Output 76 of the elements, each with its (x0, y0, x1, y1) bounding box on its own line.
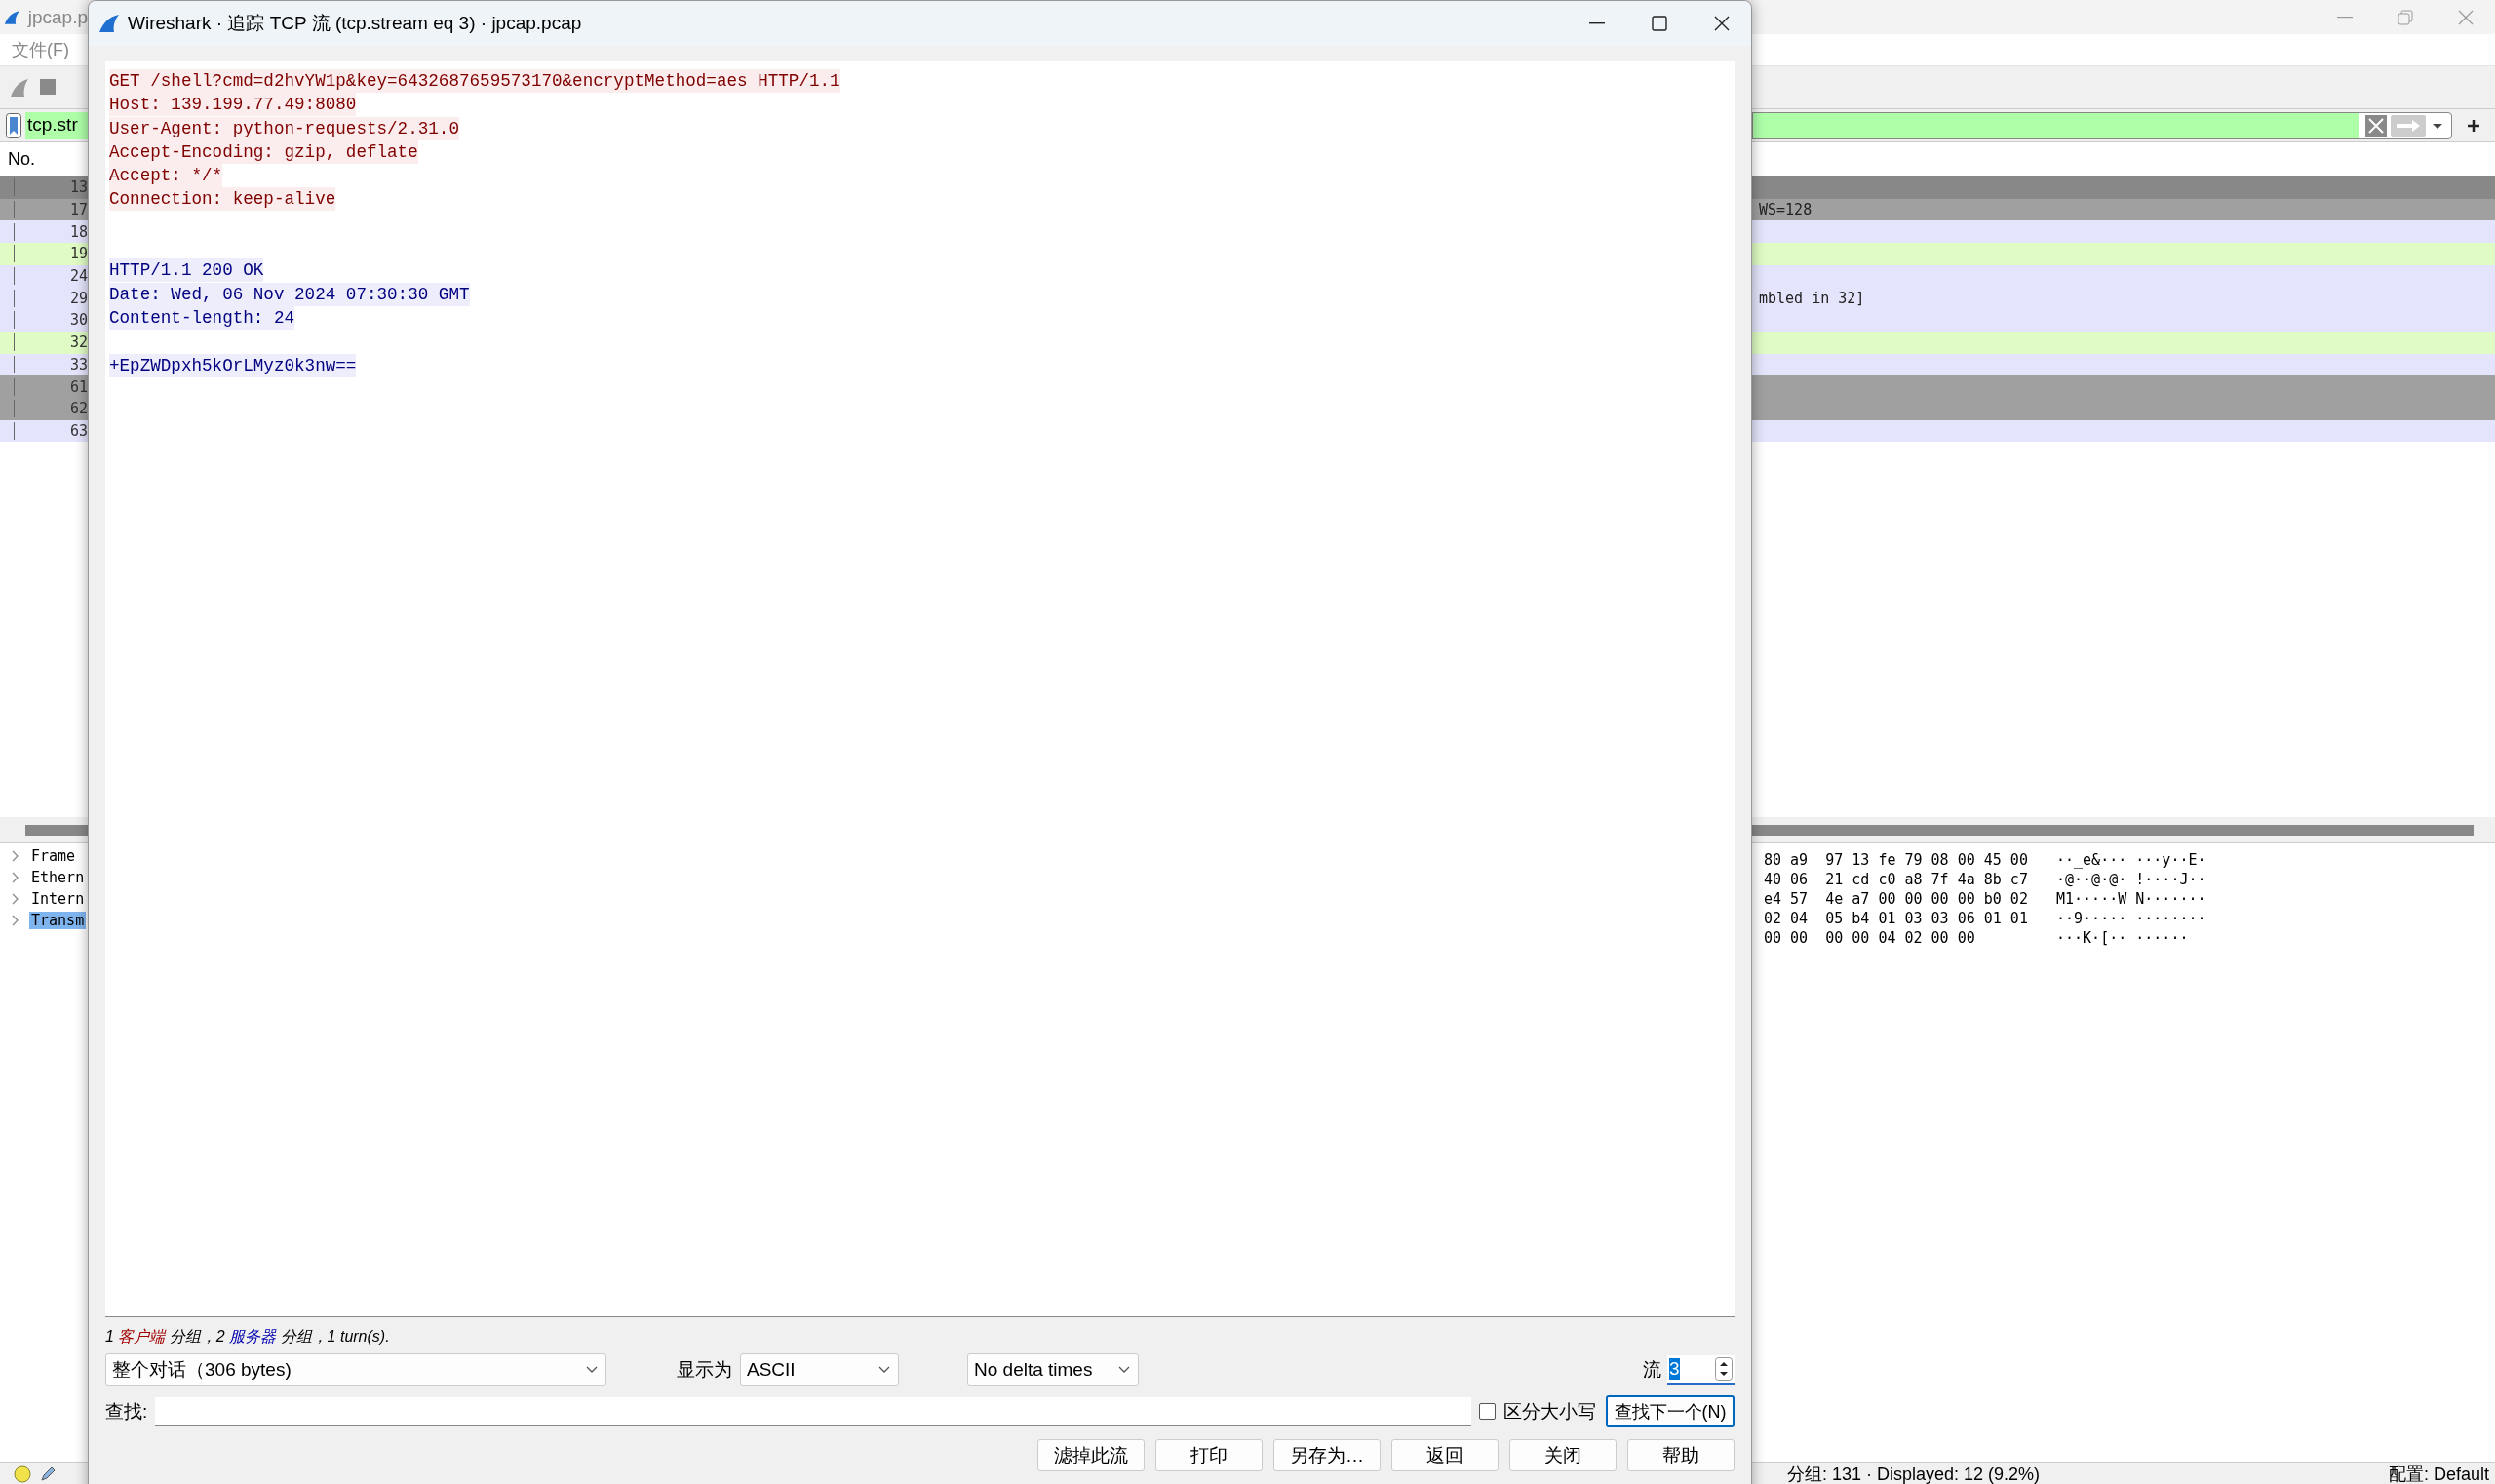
checkbox-label[interactable]: 区分大小写 (1503, 1398, 1596, 1425)
packet-number: 33 (69, 355, 88, 373)
column-header[interactable]: No. (8, 149, 35, 169)
packet-count: 分组: 131 · Displayed: 12 (9.2%) (1787, 1464, 2041, 1484)
packet-number: 32 (69, 333, 88, 352)
chevron-right-icon[interactable] (12, 915, 19, 926)
packet-number: 61 (69, 377, 88, 396)
packet-number: 13 (69, 178, 88, 197)
chevron-down-icon (1118, 1365, 1130, 1374)
hex-bytes: 40 06 21 cd c0 a8 7f 4a 8b c7 (1764, 871, 2029, 890)
status-dot-icon[interactable] (14, 1465, 31, 1483)
tree-item[interactable]: Ethern (29, 869, 87, 886)
tree-item[interactable]: Intern (29, 890, 87, 908)
find-next-button[interactable]: 查找下一个(N) (1606, 1395, 1735, 1427)
tree-item[interactable]: Frame (29, 847, 78, 865)
ascii-bytes: ···K·[·· ······ (2056, 929, 2189, 949)
display-filter-field[interactable]: tcp.str (25, 111, 88, 139)
clear-icon[interactable] (2365, 114, 2387, 137)
maximize-icon[interactable] (1652, 16, 1667, 31)
packet-number: 17 (69, 201, 88, 219)
hex-bytes: 00 00 00 00 04 02 00 00 (1764, 929, 1976, 949)
minimize-icon[interactable] (1589, 22, 1605, 24)
delta-dropdown[interactable]: No delta times (967, 1353, 1139, 1386)
packet-info: WS=128 (1759, 201, 1813, 219)
window-title: jpcap.p (27, 6, 88, 28)
shark-fin-icon (98, 14, 120, 33)
dialog-title: Wireshark · 追踪 TCP 流 (tcp.stream eq 3) · jpcap.pcap (128, 12, 582, 35)
find-label: 查找: (105, 1399, 148, 1424)
ascii-bytes: ··_e&··· ···y··E· (2056, 851, 2206, 871)
shark-fin-icon[interactable] (10, 77, 29, 98)
packet-number: 24 (69, 267, 88, 286)
scrollbar-thumb[interactable] (25, 824, 88, 836)
packet-number: 18 (69, 222, 88, 241)
add-icon[interactable] (2466, 117, 2481, 134)
packet-number: 19 (69, 245, 88, 263)
checkbox[interactable] (1479, 1403, 1496, 1420)
chevron-down-icon (878, 1365, 890, 1374)
ascii-bytes: ··9····· ········ (2056, 910, 2206, 929)
ascii-bytes: M1·····W N······· (2056, 890, 2206, 910)
dialog-button[interactable]: 关闭 (1509, 1439, 1617, 1471)
stream-spinbox[interactable]: 3 (1667, 1354, 1735, 1385)
packet-number: 63 (69, 421, 88, 440)
hex-bytes: 80 a9 97 13 fe 79 08 00 45 00 (1764, 851, 2029, 871)
packet-info: mbled in 32] (1759, 289, 1865, 307)
show-as-label: 显示为 (677, 1357, 732, 1382)
chevron-right-icon[interactable] (12, 893, 19, 905)
pencil-icon[interactable] (39, 1465, 57, 1483)
hex-bytes: e4 57 4e a7 00 00 00 00 b0 02 (1764, 890, 2029, 910)
show-as-dropdown[interactable]: ASCII (740, 1353, 899, 1386)
dialog-button[interactable]: 滤掉此流 (1037, 1439, 1145, 1471)
stream-summary: 1 客户端 分组，2 服务器 分组，1 turn(s). (105, 1327, 390, 1347)
profile-label[interactable]: 配置: Default (2388, 1463, 2489, 1484)
conversation-dropdown[interactable]: 整个对话（306 bytes) (105, 1353, 606, 1386)
spin-arrows-icon[interactable] (1715, 1356, 1733, 1381)
hex-bytes: 02 04 05 b4 01 03 03 06 01 01 (1764, 910, 2029, 929)
chevron-down-icon (586, 1365, 598, 1374)
stream-label: 流 (1643, 1357, 1661, 1382)
close-icon[interactable] (1714, 16, 1730, 31)
dialog-button[interactable]: 另存为… (1273, 1439, 1381, 1471)
dialog-button[interactable]: 返回 (1391, 1439, 1499, 1471)
stop-icon[interactable] (39, 77, 57, 96)
display-filter-field[interactable] (1752, 111, 2359, 139)
restore-icon[interactable] (2398, 9, 2413, 25)
bookmark-icon[interactable] (6, 112, 21, 138)
dialog-button[interactable]: 打印 (1155, 1439, 1263, 1471)
menu-item[interactable]: 文件(F) (12, 40, 69, 59)
find-field[interactable] (155, 1396, 1471, 1426)
tree-item[interactable]: Transm (29, 912, 87, 929)
scrollbar-thumb[interactable] (1752, 824, 2474, 836)
packet-number: 29 (69, 289, 88, 307)
chevron-right-icon[interactable] (12, 872, 19, 883)
packet-number: 30 (69, 311, 88, 330)
ascii-bytes: ·@··@·@· !····J·· (2056, 871, 2206, 890)
chevron-right-icon[interactable] (12, 850, 19, 862)
dialog-button[interactable]: 帮助 (1627, 1439, 1735, 1471)
packet-number: 62 (69, 400, 88, 418)
